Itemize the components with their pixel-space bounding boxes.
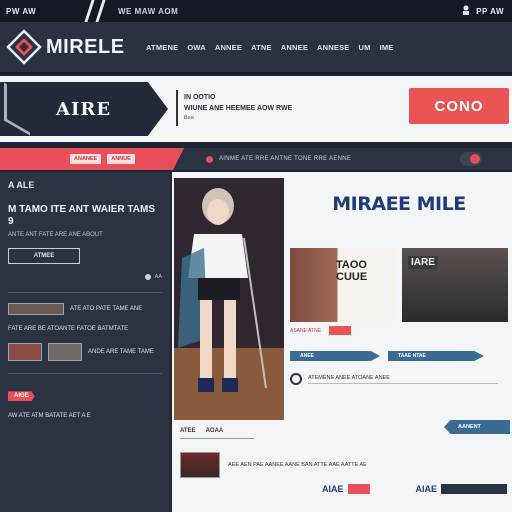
bottom-tag-label: AIAE [415, 484, 438, 494]
left-sidebar: A ALE M TAMO ITE ANT WAIER TAMS 9 ANTE A… [0, 172, 170, 512]
news-row[interactable]: AEE AEN PAE AANEE AANE BAN ATTE AAE AATT… [180, 452, 498, 478]
card-red-label[interactable] [329, 326, 352, 335]
search-row[interactable]: ATEMENE ANEE ATOANE ANEE [290, 373, 508, 385]
tag-bar [347, 484, 370, 494]
feature-card[interactable]: IARE [402, 248, 508, 322]
divider [8, 292, 162, 293]
nav-item[interactable]: ANNEE [281, 43, 308, 52]
hero-image[interactable] [174, 178, 284, 420]
bottom-tag-label: AIAE [322, 484, 344, 494]
feature-card[interactable]: TAOO CUUE [290, 248, 396, 322]
nav-item[interactable]: ANNEE [215, 43, 242, 52]
sidebar-meta: AA [8, 274, 162, 280]
top-strip-divider [84, 0, 95, 22]
top-strip: PW AW WE MAW AOM PP AW [0, 0, 512, 22]
sidebar-footer-text: AW ATE ATM BATATE AET A E [8, 413, 91, 420]
news-text: AEE AEN PAE AANEE AANE BAN ATTE AAE AATT… [228, 462, 367, 468]
nav-item[interactable]: ATNE [251, 43, 272, 52]
nav-item[interactable]: OWA [187, 43, 206, 52]
top-strip-links[interactable]: WE MAW AOM [106, 7, 462, 16]
news-thumbnail [48, 343, 82, 362]
promo-banner: AIRE IN OOTIO WIUNE ANE HEEMEE AOW RWE B… [0, 76, 512, 142]
image-caption: ATEE AOAA [180, 428, 223, 434]
tag-bar [441, 484, 508, 494]
site-logo[interactable]: MIRELE [0, 29, 140, 65]
divider [8, 373, 162, 375]
tab-row: ANEE TAAE NTAE [290, 351, 508, 361]
toggle-icon[interactable] [460, 152, 482, 166]
nav-item[interactable]: ANNESE [317, 43, 349, 52]
news-text: FATE ARE BE ATOANTE FATOE BATMTATE [8, 326, 129, 332]
tag-pill[interactable]: ANANEE [70, 154, 102, 164]
user-icon[interactable] [462, 5, 470, 17]
sub-bar: ANANEE ANNUE AINME ATE RRE ANTNE TONE RR… [0, 148, 512, 170]
list-item[interactable]: ANDE ARE TAME TAME [8, 343, 162, 362]
banner-badge-title: AIRE [56, 98, 112, 120]
sidebar-headline: M TAMO ITE ANT WAIER TAMS 9 [8, 204, 156, 227]
tab[interactable]: TAAE NTAE [388, 351, 484, 361]
bottom-tags: AIAE AIAE [322, 484, 508, 494]
site-header: MIRELE ATMENE OWA ANNEE ATNE ANNEE ANNES… [0, 22, 512, 74]
list-item[interactable]: ATE ATO PATE TAME ANE [8, 303, 162, 315]
caption-text: ATEE [180, 428, 196, 434]
tag-pill[interactable]: ANNUE [107, 154, 135, 164]
list-item[interactable]: FATE ARE BE ATOANTE FATOE BATMTATE [8, 325, 162, 333]
news-text: ATE ATO PATE TAME ANE [70, 305, 143, 312]
banner-text: IN OOTIO WIUNE ANE HEEMEE AOW RWE Baa [184, 94, 292, 121]
search-input[interactable]: ATEMENE ANEE ATOANE ANEE [308, 375, 498, 384]
card-title: TAOO CUUE [336, 259, 368, 283]
banner-text-line: Baa [184, 115, 194, 121]
character-illustration [174, 178, 284, 420]
search-icon[interactable] [290, 373, 302, 385]
dot-icon [144, 274, 151, 280]
nav-item[interactable]: ATMENE [146, 43, 178, 52]
bottom-tag[interactable]: AIAE [322, 484, 370, 494]
category-tag[interactable]: AIGE [8, 391, 35, 402]
top-strip-right[interactable]: PP AW [462, 5, 512, 17]
tab[interactable]: ANEE [290, 351, 380, 361]
card-caption-text: ASANE ATNE [290, 327, 322, 334]
right-column: MIRAEE MILE TAOO CUUE IARE ASANE ATNE AN… [290, 178, 508, 385]
banner-text-line: IN OOTIO [184, 94, 216, 101]
sidebar-subtext: ANTE ANT FATE ARE ANE ABOUT [8, 232, 103, 238]
card-caption: ASANE ATNE [290, 326, 508, 335]
sidebar-meta-label: AA [154, 274, 162, 280]
sidebar-title: A ALE [8, 180, 35, 190]
news-thumbnail [180, 452, 220, 478]
top-strip-right-label[interactable]: PP AW [476, 7, 504, 16]
live-dot-icon [206, 155, 213, 163]
main-content: MIRAEE MILE TAOO CUUE IARE ASANE ATNE AN… [172, 172, 512, 512]
divider [180, 438, 254, 439]
main-nav: ATMENE OWA ANNEE ATNE ANNEE ANNESE UM IM… [146, 43, 394, 52]
logo-text: MIRELE [46, 35, 125, 58]
brand-logo[interactable]: MIRAEE MILE [290, 178, 508, 230]
top-strip-divider [95, 0, 106, 22]
news-thumbnail [8, 303, 64, 315]
card-title: IARE [408, 256, 438, 269]
subbar-text[interactable]: AINME ATE RRE ANTNE TONE RRE AENNE [219, 156, 351, 162]
banner-cta-button[interactable]: CONO [409, 88, 509, 124]
banner-divider [176, 90, 178, 126]
sidebar-button[interactable]: ATMEE [8, 248, 80, 264]
diamond-logo-icon [6, 29, 42, 65]
feature-cards: TAOO CUUE IARE [290, 248, 508, 322]
caption-text: AOAA [205, 428, 224, 434]
more-button[interactable]: AANENT [444, 420, 510, 434]
chevron-icon [4, 82, 30, 136]
news-text: ANDE ARE TAME TAME [88, 349, 154, 356]
brand-logo-text: MIRAEE MILE [332, 193, 466, 215]
nav-item[interactable]: IME [380, 43, 394, 52]
nav-item[interactable]: UM [359, 43, 371, 52]
banner-badge[interactable]: AIRE [0, 82, 168, 136]
top-strip-left[interactable]: PW AW [0, 7, 84, 16]
banner-text-line: WIUNE ANE HEEMEE AOW RWE [184, 105, 293, 112]
bottom-tag[interactable]: AIAE [416, 484, 508, 494]
subbar-tags: ANANEE ANNUE [0, 148, 184, 170]
news-thumbnail [8, 343, 42, 362]
